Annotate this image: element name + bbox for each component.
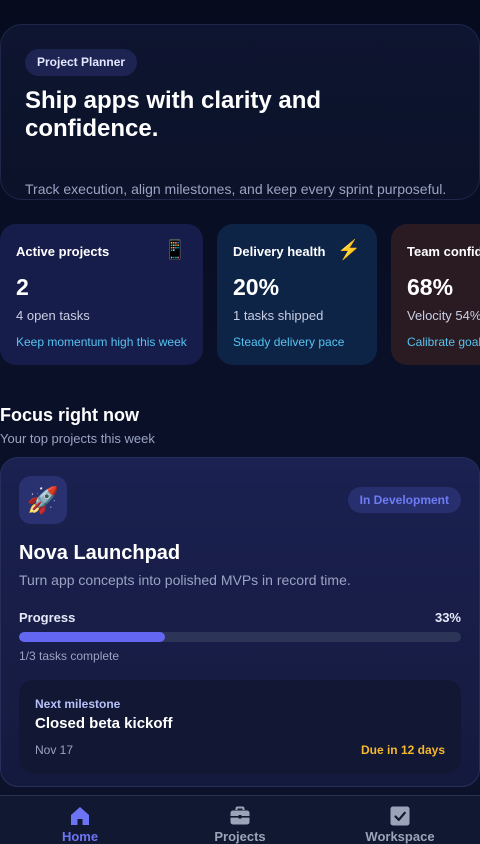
- stat-value: 20%: [233, 274, 280, 300]
- lightning-icon: ⚡: [337, 240, 361, 261]
- stat-card-team-confidence[interactable]: Team confid 68% Velocity 54% Calibrate g…: [391, 224, 480, 365]
- tab-workspace[interactable]: Workspace: [320, 796, 480, 844]
- milestone-due: Due in 12 days: [360, 743, 445, 757]
- project-card[interactable]: 🚀 In Development Nova Launchpad Turn app…: [0, 457, 480, 787]
- checkbox-icon: [390, 806, 410, 826]
- tab-home[interactable]: Home: [0, 796, 160, 844]
- tab-label: Home: [61, 829, 99, 844]
- stat-title: Delivery health: [233, 244, 326, 259]
- stat-subtext: Velocity 54%: [407, 308, 480, 323]
- stats-carousel[interactable]: Active projects 📱 2 4 open tasks Keep mo…: [0, 224, 480, 365]
- hero-card: Project Planner Ship apps with clarity a…: [0, 24, 480, 200]
- stat-title: Team confid: [407, 244, 480, 259]
- milestone-title: Closed beta kickoff: [35, 715, 173, 732]
- stat-card-active-projects[interactable]: Active projects 📱 2 4 open tasks Keep mo…: [0, 224, 203, 365]
- stat-subtext: 4 open tasks: [16, 308, 90, 323]
- progress-bar-fill: [19, 632, 165, 642]
- stat-value: 2: [16, 274, 29, 300]
- mobile-phone-icon: 📱: [163, 240, 187, 261]
- briefcase-icon: [230, 806, 250, 825]
- section-subtitle: Your top projects this week: [0, 431, 155, 446]
- stat-link[interactable]: Steady delivery pace: [233, 335, 344, 349]
- section-title: Focus right now: [0, 405, 139, 425]
- progress-label: Progress: [19, 610, 76, 625]
- home-icon: [71, 807, 89, 825]
- stat-title: Active projects: [16, 244, 110, 259]
- tab-projects[interactable]: Projects: [160, 796, 320, 844]
- tab-label: Workspace: [365, 829, 435, 844]
- app-name-chip: Project Planner: [25, 49, 138, 76]
- stat-value: 68%: [407, 274, 454, 300]
- milestone-card[interactable]: Next milestone Closed beta kickoff Nov 1…: [19, 680, 461, 774]
- rocket-icon: 🚀: [19, 476, 67, 524]
- project-name: Nova Launchpad: [19, 542, 181, 564]
- project-description: Turn app concepts into polished MVPs in …: [19, 572, 351, 588]
- progress-bar: [19, 632, 461, 642]
- tab-label: Projects: [214, 829, 266, 844]
- stat-subtext: 1 tasks shipped: [233, 308, 324, 323]
- hero-title: Ship apps with clarity and confidence.: [25, 87, 322, 142]
- milestone-label: Next milestone: [35, 697, 121, 711]
- progress-percent: 33%: [434, 610, 461, 625]
- hero-subtitle: Track execution, align milestones, and k…: [25, 181, 447, 197]
- stat-link[interactable]: Calibrate goal: [407, 335, 480, 349]
- status-badge: In Development: [347, 487, 461, 513]
- milestone-date: Nov 17: [35, 743, 74, 757]
- bottom-tab-bar: Home Projects Workspace: [0, 795, 480, 844]
- stat-link[interactable]: Keep momentum high this week: [16, 335, 187, 349]
- stat-card-delivery-health[interactable]: Delivery health ⚡ 20% 1 tasks shipped St…: [217, 224, 377, 365]
- tasks-complete: 1/3 tasks complete: [19, 649, 120, 663]
